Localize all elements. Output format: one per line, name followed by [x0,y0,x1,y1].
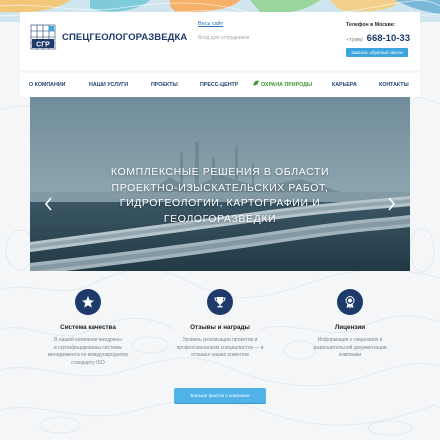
feature-description: В нашей компании внедрены и сертифициров… [36,337,140,367]
feature-desc-line: Информация о лицензиях и [317,337,383,343]
phone-number[interactable]: 668-10-33 [367,33,410,44]
feature-desc-line: разрешительной документации [313,344,387,351]
nav-item-press[interactable]: ПРЕСС-ЦЕНТР [200,73,238,97]
callback-button[interactable]: Заказать обратный звонок [346,48,408,57]
hero-line: КОМПЛЕКСНЫЕ РЕШЕНИЯ В ОБЛАСТИ [110,166,330,178]
company-logo-icon: СГР [30,24,56,50]
leaf-icon [253,80,259,86]
feature-desc-line: отзывах наших клиентов [191,352,249,359]
feature-licenses[interactable]: Лицензии Информация о лицензиях и разреш… [298,289,402,360]
feature-desc-line: Уровень реализации проектов и [182,337,258,343]
nav-item-contacts[interactable]: КОНТАКТЫ [379,73,409,97]
feature-reviews[interactable]: Отзывы и награды Уровень реализации прое… [168,289,272,360]
nav-item-company[interactable]: О КОМПАНИИ [29,73,65,97]
chevron-left-icon[interactable] [44,197,54,211]
company-name: СПЕЦГЕОЛОГОРАЗВЕДКА [62,31,188,43]
feature-description: Уровень реализации проектов и профессион… [168,337,272,360]
feature-desc-line: компании [338,352,362,359]
phone-code: +7(495) [346,38,363,43]
hero-line: ГИДРОГЕОЛОГИИ, КАРТОГРАФИИ И [119,197,321,209]
feature-desc-line: профессионализм специалистов — в [176,344,264,351]
hero-headline: КОМПЛЕКСНЫЕ РЕШЕНИЯ В ОБЛАСТИ ПРОЕКТНО-И… [90,165,350,227]
feature-quality[interactable]: Система качества В нашей компании внедре… [36,289,140,367]
nav-item-projects[interactable]: ПРОЕКТЫ [151,73,178,97]
medal-icon [337,289,363,315]
logo[interactable]: СГР СПЕЦГЕОЛОГОРАЗВЕДКА [30,24,187,50]
feature-title: Отзывы и награды [190,324,250,331]
more-facts-button[interactable]: Больше фактов о компании [174,388,266,403]
hero-slider: КОМПЛЕКСНЫЕ РЕШЕНИЯ В ОБЛАСТИ ПРОЕКТНО-И… [30,97,410,271]
feature-title: Система качества [60,324,116,331]
feature-description: Информация о лицензиях и разрешительной … [298,337,402,360]
nav-item-services[interactable]: НАШИ УСЛУГИ [89,73,128,97]
feature-desc-line: и сертифицированы системы [53,344,123,351]
all-site-link[interactable]: Весь сайт [198,21,249,27]
hero-line: ПРОЕКТНО-ИЗЫСКАТЕЛЬСКИХ РАБОТ, [111,181,329,194]
svg-text:СГР: СГР [36,42,50,49]
phone-label: Телефон в Москве: [346,22,396,28]
feature-desc-line: В нашей компании внедрены [54,337,122,343]
employee-login-link[interactable]: Вход для сотрудников [198,35,249,41]
hero-line: ГЕОЛОГОРАЗВЕДКИ [163,212,277,225]
feature-desc-line: стандарту ISO [71,359,105,366]
nav-item-career[interactable]: КАРЬЕРА [332,73,357,97]
contact-block: Телефон в Москве: +7(495) 668-10-33 Зака… [346,22,420,57]
nav-item-nature-label: ОХРАНА ПРИРОДЫ [261,82,313,88]
feature-desc-line: менеджмента по международному [47,352,129,359]
feature-title: Лицензии [334,324,366,331]
chevron-right-icon[interactable] [386,197,396,211]
star-icon [75,289,101,315]
nav-item-nature[interactable]: ОХРАНА ПРИРОДЫ [253,73,312,97]
trophy-icon [207,289,233,315]
header-links: Весь сайт Вход для сотрудников [198,21,249,41]
main-nav: О КОМПАНИИ НАШИ УСЛУГИ ПРОЕКТЫ ПРЕСС-ЦЕН… [20,73,420,97]
site-header: СГР СПЕЦГЕОЛОГОРАЗВЕДКА Весь сайт Вход д… [20,12,420,70]
